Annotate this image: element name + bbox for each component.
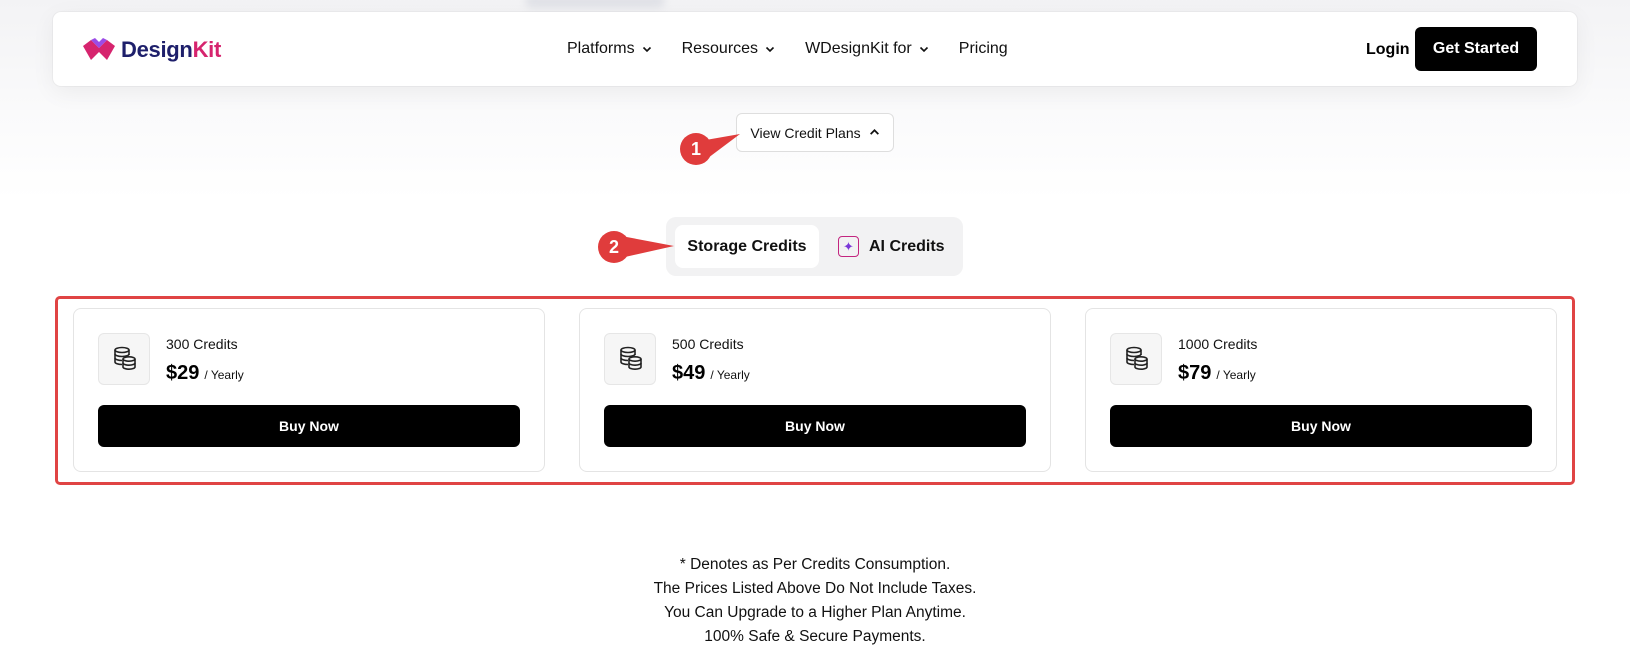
callout-number: 2 [598,231,630,263]
credit-type-tabs: Storage Credits ✦ AI Credits [666,217,963,276]
pricing-notes: * Denotes as Per Credits Consumption. Th… [415,553,1215,649]
price-value: $29 [166,362,200,384]
nav-item-label: WDesignKit for [805,40,912,57]
sparkle-icon: ✦ [838,236,859,257]
plan-price: $49 / Yearly [672,362,750,385]
navbar: DesignKit Platforms Resources WDesignKit… [53,12,1577,86]
nav-item-label: Pricing [958,40,1008,57]
plan-price: $79 / Yearly [1178,362,1256,385]
plan-card: 500 Credits $49 / Yearly Buy Now [579,308,1051,472]
buy-now-button[interactable]: Buy Now [604,405,1026,447]
logo[interactable]: DesignKit [81,36,221,64]
plan-credits: 500 Credits [672,336,744,352]
plan-credits: 1000 Credits [1178,336,1258,352]
database-coins-icon [98,333,150,385]
plan-credits: 300 Credits [166,336,238,352]
price-value: $79 [1178,362,1212,384]
price-value: $49 [672,362,706,384]
nav-item-label: Resources [681,40,759,57]
blurred-content-fragment [525,0,665,8]
plan-price: $29 / Yearly [166,362,244,385]
database-coins-icon [1110,333,1162,385]
note-line: You Can Upgrade to a Higher Plan Anytime… [664,604,966,621]
price-period: / Yearly [1216,368,1256,382]
tab-storage-credits[interactable]: Storage Credits [675,225,819,268]
chevron-down-icon [765,46,775,53]
buy-now-button[interactable]: Buy Now [1110,405,1532,447]
designkit-logo-icon [83,38,115,60]
note-line: The Prices Listed Above Do Not Include T… [653,580,977,597]
chevron-up-icon [869,129,879,135]
login-link[interactable]: Login [1366,41,1410,59]
nav-item-pricing[interactable]: Pricing [959,40,1008,58]
tab-ai-credits-label: AI Credits [869,237,945,255]
nav-item-label: Platforms [567,40,635,57]
price-period: / Yearly [204,368,244,382]
note-line: * Denotes as Per Credits Consumption. [679,556,951,573]
nav-item-resources[interactable]: Resources [682,40,775,58]
callout-1: 1 [680,133,744,165]
view-credit-plans-label: View Credit Plans [750,124,861,141]
tab-ai-credits[interactable]: ✦ AI Credits [838,225,945,268]
chevron-down-icon [642,46,651,53]
view-credit-plans-button[interactable]: View Credit Plans [736,113,894,152]
price-period: / Yearly [710,368,750,382]
chevron-down-icon [919,46,928,53]
plan-card: 300 Credits $29 / Yearly Buy Now [73,308,545,472]
callout-number: 1 [680,133,712,165]
database-coins-icon [604,333,656,385]
plan-card: 1000 Credits $79 / Yearly Buy Now [1085,308,1557,472]
nav-item-platforms[interactable]: Platforms [567,40,652,58]
get-started-button[interactable]: Get Started [1415,27,1537,71]
main-nav: Platforms Resources WDesignKit for Prici… [567,12,1008,86]
buy-now-button[interactable]: Buy Now [98,405,520,447]
callout-2: 2 [598,231,678,263]
nav-item-wdesignkit-for[interactable]: WDesignKit for [805,40,929,58]
logo-text: DesignKit [121,37,221,62]
note-line: 100% Safe & Secure Payments. [704,628,926,645]
